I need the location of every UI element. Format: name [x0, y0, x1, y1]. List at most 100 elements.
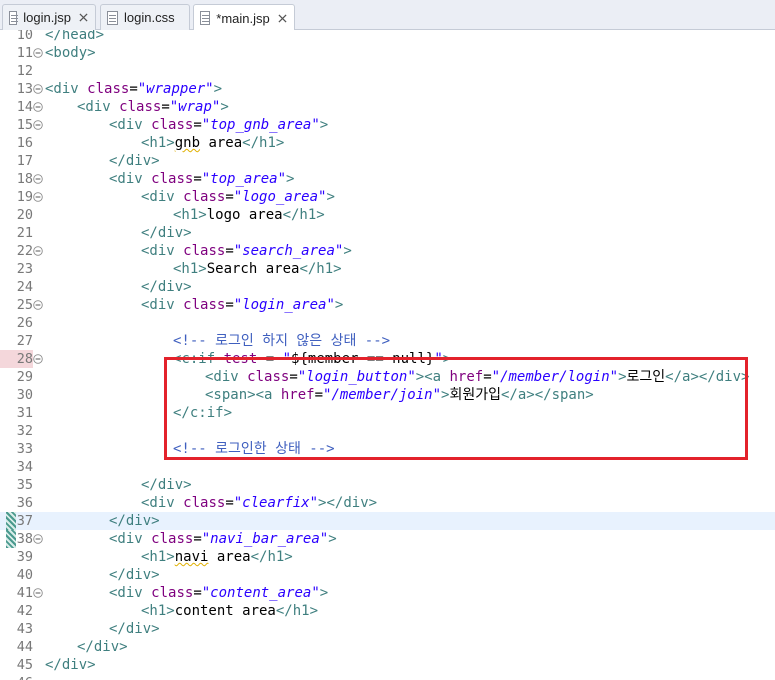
code-text: <div class="wrap">: [77, 98, 229, 116]
code-token-attr: class: [87, 81, 130, 97]
line-number: 43: [16, 621, 33, 637]
code-line[interactable]: 45 </div>: [0, 656, 775, 674]
code-text: <div class="search_area">: [141, 242, 352, 260]
code-text: </div>: [109, 566, 160, 584]
line-number: 46: [0, 674, 33, 680]
close-icon[interactable]: [78, 12, 89, 24]
fold-collapse-icon[interactable]: [33, 174, 43, 184]
code-line[interactable]: 19 <div class="logo_area">: [0, 188, 775, 206]
code-text: <body>: [45, 44, 96, 62]
line-number: 39: [16, 549, 33, 565]
code-token-sq: navi: [174, 549, 209, 565]
code-line[interactable]: 12: [0, 62, 775, 80]
jsp-file-icon: [9, 10, 19, 25]
fold-collapse-icon[interactable]: [33, 246, 43, 256]
code-token-cmt: <!-- 로그인 하지 않은 상태 -->: [173, 333, 391, 349]
code-token-tag: <body>: [45, 45, 96, 61]
code-token-txt: =: [225, 495, 234, 511]
code-token-attr: class: [151, 171, 194, 187]
fold-collapse-icon[interactable]: [33, 588, 43, 598]
fold-collapse-icon[interactable]: [33, 300, 43, 310]
code-line[interactable]: 24 </div>: [0, 278, 775, 296]
code-line[interactable]: 10 </head>: [0, 30, 775, 44]
code-token-txt: logo area: [206, 207, 283, 223]
code-token-tag: >: [328, 531, 337, 547]
fold-collapse-icon[interactable]: [33, 534, 43, 544]
code-line[interactable]: 43 </div>: [0, 620, 775, 638]
code-line[interactable]: 20 <h1>logo area</h1>: [0, 206, 775, 224]
code-token-tag: <div: [109, 171, 152, 187]
code-token-tag: </div>: [141, 279, 192, 295]
code-line[interactable]: 15 <div class="top_gnb_area">: [0, 116, 775, 134]
code-token-txt: area: [208, 549, 251, 565]
fold-collapse-icon[interactable]: [33, 102, 43, 112]
code-token-tag: <h1>: [141, 549, 175, 565]
code-token-tag: </div>: [141, 225, 192, 241]
fold-collapse-icon[interactable]: [33, 192, 43, 202]
line-number: 22: [16, 243, 33, 259]
line-number: 37: [16, 513, 33, 529]
code-line[interactable]: 18 <div class="top_area">: [0, 170, 775, 188]
code-line[interactable]: 16 <h1>gnb area</h1>: [0, 134, 775, 152]
code-text: </div>: [45, 656, 96, 674]
code-token-tag: </div>: [109, 567, 160, 583]
code-line[interactable]: 14 <div class="wrap">: [0, 98, 775, 116]
code-token-txt: =: [161, 99, 170, 115]
code-editor[interactable]: 10 </head> 11 <body> 12 13 <div class="wrapper…: [0, 30, 775, 680]
fold-collapse-icon[interactable]: [33, 48, 43, 58]
line-number: 14: [16, 99, 33, 115]
code-line[interactable]: 26: [0, 314, 775, 332]
line-number: 13: [16, 81, 33, 97]
code-line[interactable]: 34: [0, 458, 775, 476]
code-token-str: "login_area": [233, 297, 335, 313]
code-line[interactable]: 36 <div class="clearfix"></div>: [0, 494, 775, 512]
line-number: 41: [16, 585, 33, 601]
code-token-tag: </div>: [141, 477, 192, 493]
code-token-tag: <h1>: [173, 261, 207, 277]
code-line[interactable]: 25 <div class="login_area">: [0, 296, 775, 314]
code-token-tag: >: [213, 81, 223, 97]
code-line[interactable]: 21 </div>: [0, 224, 775, 242]
code-line[interactable]: 13 <div class="wrapper">: [0, 80, 775, 98]
code-line[interactable]: 38 <div class="navi_bar_area">: [0, 530, 775, 548]
code-line[interactable]: 42 <h1>content area</h1>: [0, 602, 775, 620]
code-line[interactable]: 37 </div>: [0, 512, 775, 530]
code-line[interactable]: 39 <h1>navi area</h1>: [0, 548, 775, 566]
code-line[interactable]: 35 </div>: [0, 476, 775, 494]
tab-main-jsp[interactable]: *main.jsp: [193, 4, 295, 31]
code-token-tag: >: [334, 297, 344, 313]
code-token-tag: </h1>: [299, 261, 342, 277]
code-token-tag: >: [343, 243, 352, 259]
code-line[interactable]: 23 <h1>Search area</h1>: [0, 260, 775, 278]
code-text: </div>: [109, 152, 160, 170]
code-line[interactable]: 40 </div>: [0, 566, 775, 584]
code-line[interactable]: 27 <!-- 로그인 하지 않은 상태 -->: [0, 332, 775, 350]
tab-label: *main.jsp: [216, 10, 270, 26]
code-line[interactable]: 22 <div class="search_area">: [0, 242, 775, 260]
code-token-attr: class: [119, 99, 162, 115]
code-line[interactable]: 44 </div>: [0, 638, 775, 656]
code-token-tag: </div>: [77, 639, 128, 655]
code-token-tag: </head>: [45, 30, 105, 43]
code-token-str: "logo_area": [233, 189, 327, 205]
tab-login-css[interactable]: login.css: [100, 4, 190, 30]
code-text: </div>: [141, 476, 192, 494]
close-icon[interactable]: [277, 12, 288, 24]
code-token-attr: class: [151, 585, 194, 601]
line-number: 26: [16, 315, 33, 331]
code-line[interactable]: 11 <body>: [0, 44, 775, 62]
code-text: </div>: [109, 512, 160, 530]
code-line[interactable]: 17 </div>: [0, 152, 775, 170]
code-line[interactable]: 41 <div class="content_area">: [0, 584, 775, 602]
code-token-tag: <div: [77, 99, 120, 115]
code-token-tag: <h1>: [141, 135, 175, 151]
tab-login-jsp[interactable]: login.jsp: [2, 4, 96, 30]
line-number: 30: [16, 387, 33, 403]
code-text: <h1>Search area</h1>: [173, 260, 342, 278]
code-line[interactable]: 46: [0, 674, 775, 680]
code-token-txt: Search area: [206, 261, 300, 277]
fold-collapse-icon[interactable]: [33, 120, 43, 130]
fold-collapse-icon[interactable]: [33, 354, 43, 364]
fold-collapse-icon[interactable]: [33, 84, 43, 94]
code-token-tag: </h1>: [282, 207, 325, 223]
